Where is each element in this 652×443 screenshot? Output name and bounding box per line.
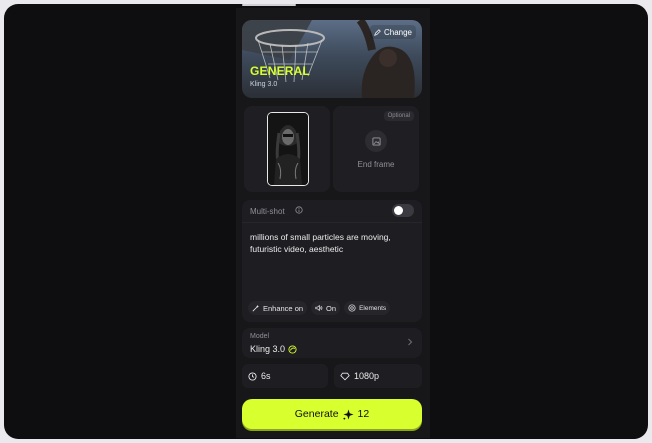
resolution-value: 1080p bbox=[354, 371, 380, 381]
duration-selector[interactable]: 6s bbox=[242, 364, 328, 388]
end-frame-slot[interactable]: Optional End frame bbox=[333, 106, 419, 192]
model-selector[interactable]: Model Kling 3.0 bbox=[242, 328, 422, 358]
prompt-textarea[interactable]: millions of small particles are moving, … bbox=[250, 231, 414, 255]
optional-badge: Optional bbox=[383, 111, 414, 121]
start-frame-slot[interactable] bbox=[244, 106, 330, 192]
elements-chip[interactable]: Elements bbox=[344, 301, 391, 315]
resolution-selector[interactable]: 1080p bbox=[334, 364, 422, 388]
generate-button[interactable]: Generate 12 bbox=[242, 399, 422, 429]
multishot-row: Multi-shot bbox=[242, 200, 422, 223]
multishot-label: Multi-shot bbox=[250, 207, 285, 216]
model-name: Kling 3.0 bbox=[250, 344, 286, 354]
model-label: Model bbox=[250, 333, 270, 340]
speaker-icon bbox=[315, 304, 323, 312]
start-frame-thumbnail[interactable] bbox=[267, 112, 309, 186]
multishot-toggle[interactable] bbox=[392, 204, 414, 217]
toggle-knob bbox=[394, 206, 403, 215]
generate-cost: 12 bbox=[357, 408, 370, 420]
sound-label: On bbox=[326, 303, 337, 313]
preset-subtitle: Kling 3.0 bbox=[250, 81, 278, 88]
enhance-label: Enhance on bbox=[263, 303, 304, 313]
active-tab-indicator bbox=[242, 4, 296, 6]
prompt-card: Multi-shot millions of small particles a… bbox=[242, 200, 422, 322]
prompt-chips: Enhance on On Elements bbox=[248, 301, 391, 315]
sound-toggle-chip[interactable]: On bbox=[311, 301, 341, 315]
pencil-icon bbox=[374, 28, 381, 36]
chevron-right-icon bbox=[408, 338, 413, 346]
change-preset-button[interactable]: Change bbox=[369, 25, 416, 39]
model-value: Kling 3.0 bbox=[250, 344, 297, 354]
image-upload-icon bbox=[365, 130, 387, 152]
elements-label: Elements bbox=[359, 304, 387, 312]
change-label: Change bbox=[383, 27, 412, 37]
duration-value: 6s bbox=[261, 371, 271, 381]
kling-logo-icon bbox=[288, 344, 297, 354]
portrait-image bbox=[268, 113, 308, 185]
sparkle-icon bbox=[343, 408, 354, 420]
at-sign-icon bbox=[348, 304, 356, 312]
preset-card[interactable]: Change GENERAL Kling 3.0 bbox=[242, 20, 422, 98]
preset-title: GENERAL bbox=[250, 64, 311, 78]
clock-icon bbox=[248, 371, 257, 381]
magic-wand-icon bbox=[252, 304, 260, 312]
end-frame-label: End frame bbox=[357, 160, 395, 169]
diamond-icon bbox=[340, 372, 350, 380]
enhance-toggle-chip[interactable]: Enhance on bbox=[248, 301, 308, 315]
info-icon[interactable] bbox=[295, 206, 303, 214]
generate-label: Generate bbox=[294, 408, 339, 420]
